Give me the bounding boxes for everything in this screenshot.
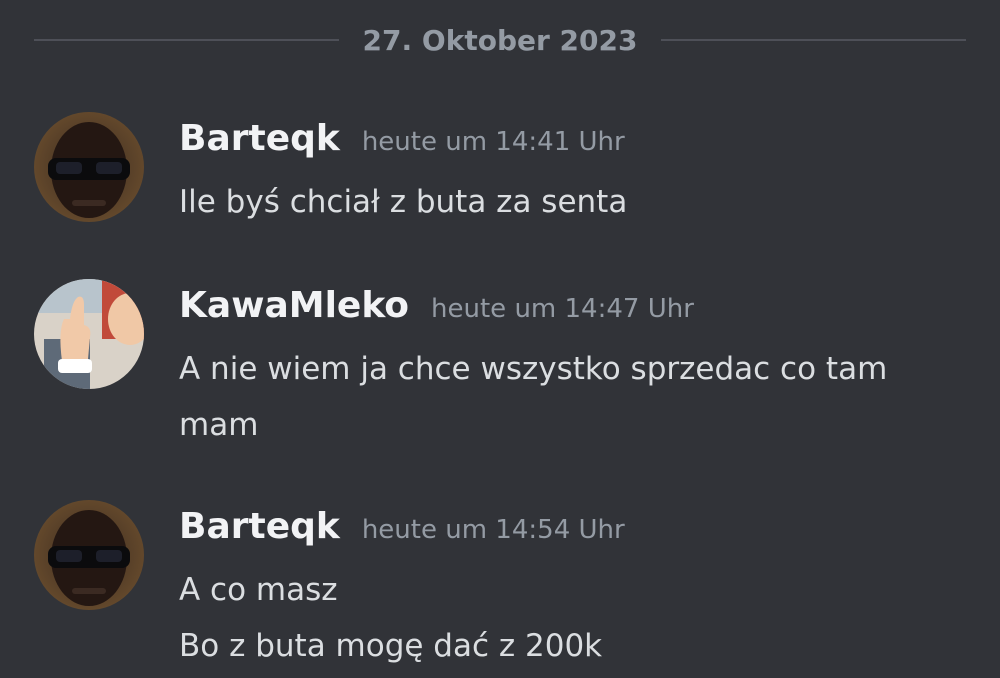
date-divider: 27. Oktober 2023 <box>34 18 967 62</box>
username[interactable]: Barteqk <box>179 506 340 547</box>
date-label: 27. Oktober 2023 <box>362 23 638 57</box>
message-item: Barteqk heute um 14:41 Uhr Ile byś chcia… <box>34 112 980 232</box>
avatar[interactable] <box>34 112 144 222</box>
message-item: KawaMleko heute um 14:47 Uhr A nie wiem … <box>34 279 980 449</box>
divider-line-right <box>661 39 967 41</box>
avatar[interactable] <box>34 500 144 610</box>
message-text: Bo z buta mogę dać z 200k <box>179 628 603 664</box>
message-content: Barteqk heute um 14:41 Uhr Ile byś chcia… <box>179 112 980 230</box>
divider-line-left <box>34 39 339 41</box>
message-header: Barteqk heute um 14:54 Uhr <box>179 506 980 562</box>
avatar[interactable] <box>34 279 144 389</box>
person-sunglasses-avatar-icon <box>34 500 144 610</box>
timestamp: heute um 14:47 Uhr <box>431 294 694 324</box>
message-text: A co masz <box>179 572 338 608</box>
message-item: Barteqk heute um 14:54 Uhr A co masz Bo … <box>34 500 980 678</box>
message-content: Barteqk heute um 14:54 Uhr A co masz Bo … <box>179 500 980 674</box>
hand-gesture-avatar-icon <box>34 279 144 389</box>
username[interactable]: Barteqk <box>179 118 340 159</box>
message-content: KawaMleko heute um 14:47 Uhr A nie wiem … <box>179 279 980 453</box>
message-text: A nie wiem ja chce wszystko sprzedac co … <box>179 351 888 443</box>
timestamp: heute um 14:54 Uhr <box>361 515 625 545</box>
timestamp: heute um 14:41 Uhr <box>361 127 625 157</box>
message-text: Ile byś chciał z buta za senta <box>179 184 628 220</box>
person-sunglasses-avatar-icon <box>34 112 144 222</box>
chat-view: 27. Oktober 2023 Barteqk heute um 14:41 … <box>0 0 1000 678</box>
username[interactable]: KawaMleko <box>179 285 409 326</box>
message-header: Barteqk heute um 14:41 Uhr <box>179 118 980 174</box>
message-header: KawaMleko heute um 14:47 Uhr <box>179 285 980 341</box>
